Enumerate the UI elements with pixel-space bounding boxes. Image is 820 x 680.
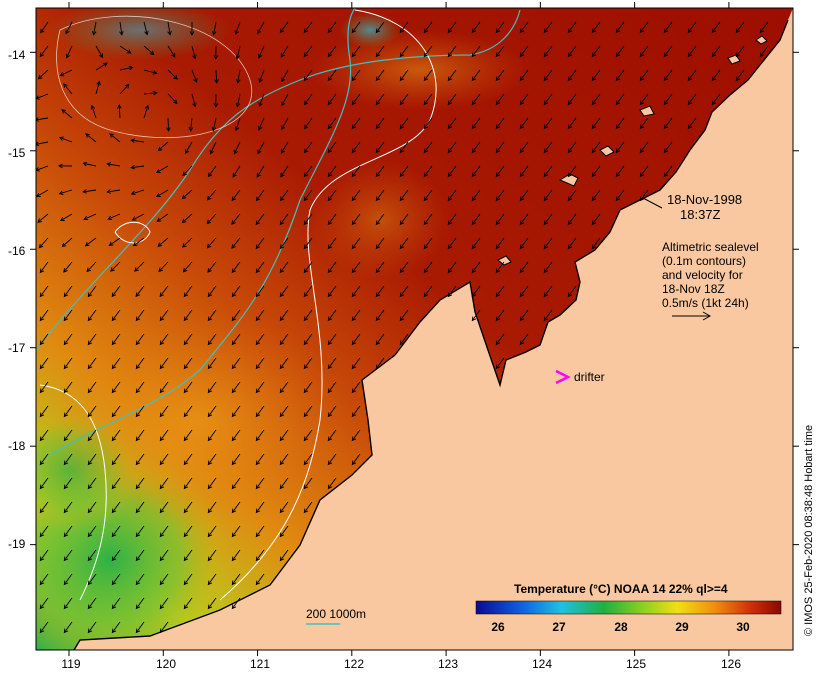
lon-tick-label: 126 <box>721 657 741 671</box>
info-line: 0.5m/s (1kt 24h) <box>662 296 749 310</box>
lat-tick-label: -16 <box>8 244 26 258</box>
colorbar-title: Temperature (°C) NOAA 14 22% ql>=4 <box>514 582 728 596</box>
info-line: Altimetric sealevel <box>662 240 759 254</box>
lon-tick-label: 120 <box>156 657 176 671</box>
lon-tick-label: 122 <box>344 657 364 671</box>
image-credit: © IMOS 25-Feb-2020 08:38:48 Hobart time <box>803 425 815 636</box>
colorbar-tick: 27 <box>552 620 566 634</box>
lon-tick-label: 124 <box>532 657 552 671</box>
drifter-label: drifter <box>574 370 605 384</box>
image-time: 18:37Z <box>680 207 721 222</box>
lat-tick-label: -18 <box>8 439 26 453</box>
lon-tick-label: 121 <box>250 657 270 671</box>
sst-map: 119 120 121 122 123 124 125 126 -14 -15 … <box>8 2 815 671</box>
info-line: (0.1m contours) <box>662 254 746 268</box>
lon-tick-label: 123 <box>438 657 458 671</box>
colorbar-tick: 28 <box>614 620 628 634</box>
lat-tick-label: -17 <box>8 341 26 355</box>
lon-tick-labels: 119 120 121 122 123 124 125 126 <box>61 657 741 671</box>
colorbar-tick: 29 <box>675 620 689 634</box>
lat-tick-labels: -14 -15 -16 -17 -18 -19 <box>8 48 26 551</box>
lat-tick-label: -15 <box>8 146 26 160</box>
cool-patch-northeast <box>340 12 400 48</box>
map-field <box>36 8 793 650</box>
image-date: 18-Nov-1998 <box>667 192 742 207</box>
lat-tick-label: -14 <box>8 48 26 62</box>
lat-tick-label: -19 <box>8 537 26 551</box>
colorbar <box>475 600 782 615</box>
depth-legend: 200 1000m <box>306 607 366 621</box>
info-line: and velocity for <box>662 268 743 282</box>
colorbar-tick: 26 <box>491 620 505 634</box>
lon-tick-label: 125 <box>626 657 646 671</box>
colorbar-tick: 30 <box>736 620 750 634</box>
warm-patch-north <box>310 30 530 110</box>
lon-tick-label: 119 <box>61 657 80 671</box>
info-line: 18-Nov 18Z <box>662 282 725 296</box>
cool-patch-north <box>50 8 230 60</box>
